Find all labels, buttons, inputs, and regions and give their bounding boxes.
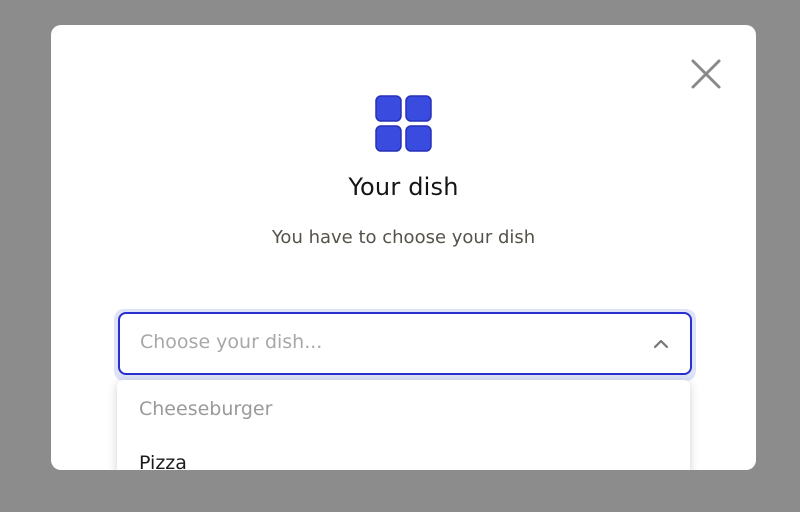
option-cheeseburger[interactable]: Cheeseburger (139, 398, 272, 420)
close-icon (691, 59, 721, 89)
dish-modal: Your dish You have to choose your dish C… (51, 25, 756, 470)
dish-select-placeholder: Choose your dish... (140, 331, 323, 353)
grid-four-squares-icon (375, 95, 433, 153)
dish-select[interactable]: Choose your dish... (118, 312, 692, 375)
dish-dropdown-menu: Cheeseburger Pizza (117, 380, 690, 470)
modal-title: Your dish (348, 173, 459, 201)
modal-subtitle: You have to choose your dish (271, 227, 536, 248)
chevron-up-icon[interactable] (652, 335, 670, 353)
close-button[interactable] (687, 55, 725, 93)
option-pizza[interactable]: Pizza (139, 452, 187, 470)
dish-select-focus-ring: Choose your dish... (114, 309, 696, 381)
